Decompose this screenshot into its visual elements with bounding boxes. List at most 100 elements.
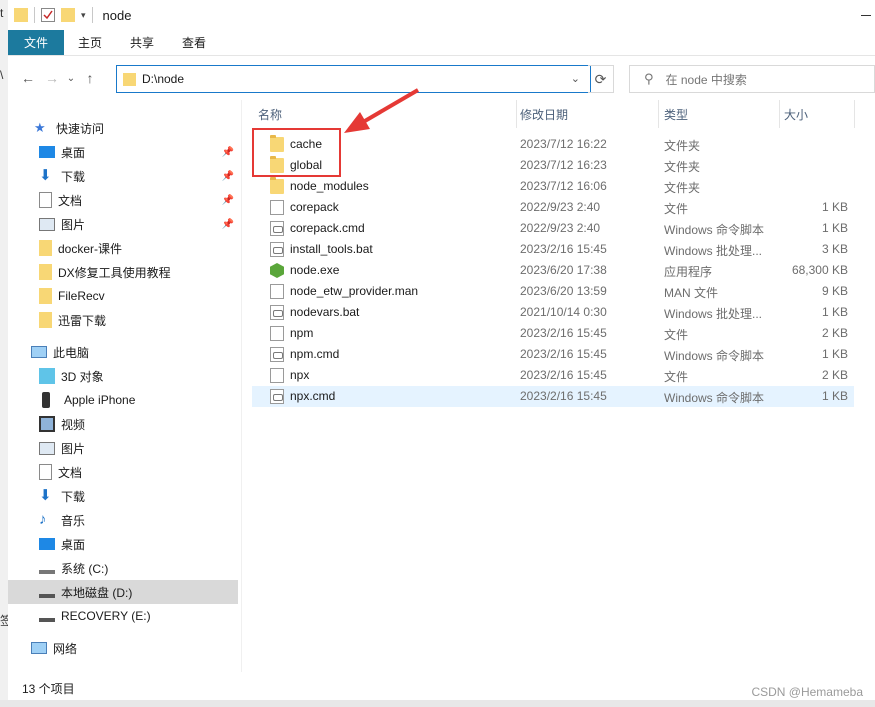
column-divider[interactable] [779, 100, 780, 128]
video-icon [39, 416, 55, 432]
folder-icon [39, 264, 52, 280]
nav-label: 桌面 [61, 145, 86, 160]
file-row[interactable]: corepack 2022/9/23 2:40 文件 1 KB [252, 197, 854, 218]
nav-this-pc[interactable]: 此电脑 [8, 340, 238, 364]
nav-item-thunder[interactable]: 迅雷下载 [8, 308, 238, 332]
file-type: Windows 命令脚本 [664, 223, 765, 237]
phone-icon [42, 392, 50, 408]
folder-icon[interactable] [14, 8, 28, 22]
explorer-window: ▾ node 文件 主页 共享 查看 ← → ⌄ ↑ D:\node ⌄ ⟳ ⚲… [8, 0, 875, 700]
desktop-icon [39, 146, 55, 158]
file-date: 2023/2/16 15:45 [520, 389, 607, 403]
address-dropdown-chevron-icon[interactable]: ⌄ [571, 72, 580, 85]
file-row[interactable]: global 2023/7/12 16:23 文件夹 [252, 155, 854, 176]
nav-item-dx-tool[interactable]: DX修复工具使用教程 [8, 260, 238, 284]
column-header-type[interactable]: 类型 [664, 100, 688, 128]
column-divider[interactable] [658, 100, 659, 128]
nav-label: 网络 [53, 641, 78, 656]
title-bar: ▾ node [8, 0, 875, 30]
nav-label: 文档 [58, 465, 83, 480]
file-row[interactable]: node_etw_provider.man 2023/6/20 13:59 MA… [252, 281, 854, 302]
back-arrow-icon[interactable]: ← [16, 66, 40, 90]
nav-item-pc-downloads[interactable]: ⬇ 下载 [8, 484, 238, 508]
cmd-script-icon [270, 389, 284, 404]
file-type: MAN 文件 [664, 286, 719, 300]
new-folder-icon[interactable] [61, 8, 75, 22]
address-bar[interactable]: D:\node ⌄ [116, 65, 591, 93]
file-row[interactable]: install_tools.bat 2023/2/16 15:45 Window… [252, 239, 854, 260]
nav-item-pc-desktop[interactable]: 桌面 [8, 532, 238, 556]
properties-icon[interactable] [41, 8, 55, 22]
search-box[interactable]: ⚲ 在 node 中搜索 [629, 65, 875, 93]
quick-access-toolbar: ▾ [14, 7, 93, 23]
minimize-button[interactable] [857, 6, 875, 20]
nav-item-videos[interactable]: 视频 [8, 412, 238, 436]
toolbar-divider [91, 7, 93, 23]
file-row[interactable]: npx 2023/2/16 15:45 文件 2 KB [252, 365, 854, 386]
column-header-date[interactable]: 修改日期 [520, 100, 568, 128]
file-row[interactable]: cache 2023/7/12 16:22 文件夹 [252, 134, 854, 155]
document-icon [39, 464, 52, 480]
nav-item-iphone[interactable]: Apple iPhone [8, 388, 238, 412]
folder-icon [270, 177, 284, 194]
file-type: 文件夹 [664, 160, 701, 174]
file-row[interactable]: corepack.cmd 2022/9/23 2:40 Windows 命令脚本… [252, 218, 854, 239]
file-row[interactable]: npx.cmd 2023/2/16 15:45 Windows 命令脚本 1 K… [252, 386, 854, 407]
nav-label: 音乐 [61, 513, 86, 528]
nav-item-documents[interactable]: 文档 📌 [8, 188, 238, 212]
file-row[interactable]: npm.cmd 2023/2/16 15:45 Windows 命令脚本 1 K… [252, 344, 854, 365]
file-date: 2023/2/16 15:45 [520, 368, 607, 382]
nav-item-drive-d[interactable]: 本地磁盘 (D:) [8, 580, 238, 604]
toolbar-divider [34, 7, 35, 23]
up-arrow-icon[interactable]: ↑ [78, 66, 102, 90]
forward-arrow-icon[interactable]: → [40, 66, 64, 90]
nav-label: 下载 [61, 169, 86, 184]
nav-item-desktop[interactable]: 桌面 📌 [8, 140, 238, 164]
recent-locations-chevron-icon[interactable]: ⌄ [64, 66, 78, 90]
tab-home[interactable]: 主页 [64, 30, 116, 55]
customize-toolbar-chevron-icon[interactable]: ▾ [81, 10, 86, 21]
annotation-highlight-box [252, 128, 341, 177]
file-row[interactable]: node_modules 2023/7/12 16:06 文件夹 [252, 176, 854, 197]
nav-item-pc-documents[interactable]: 文档 [8, 460, 238, 484]
file-type: 文件 [664, 328, 689, 342]
file-size: 68,300 KB [791, 263, 848, 277]
refresh-button[interactable]: ⟳ [588, 65, 614, 93]
nav-item-music[interactable]: ♪ 音乐 [8, 508, 238, 532]
nav-item-docker[interactable]: docker-课件 [8, 236, 238, 260]
file-row[interactable]: nodevars.bat 2021/10/14 0:30 Windows 批处理… [252, 302, 854, 323]
nav-label: 快速访问 [56, 121, 105, 136]
column-divider[interactable] [516, 100, 517, 128]
tab-file[interactable]: 文件 [8, 30, 64, 55]
desktop-icon [39, 538, 55, 550]
file-size: 2 KB [821, 368, 848, 382]
nav-label: 迅雷下载 [58, 313, 107, 328]
nav-item-drive-e[interactable]: RECOVERY (E:) [8, 604, 238, 628]
file-row[interactable]: node.exe 2023/6/20 17:38 应用程序 68,300 KB [252, 260, 854, 281]
nav-label: RECOVERY (E:) [61, 609, 151, 623]
drive-icon [39, 610, 55, 622]
nav-item-pc-pictures[interactable]: 图片 [8, 436, 238, 460]
file-type: Windows 命令脚本 [664, 391, 765, 405]
taskbar-edge [0, 700, 875, 707]
pin-icon: 📌 [221, 194, 234, 206]
column-divider[interactable] [854, 100, 855, 128]
column-header-size[interactable]: 大小 [784, 100, 808, 128]
nav-quick-access[interactable]: ★ 快速访问 [34, 116, 238, 140]
file-row[interactable]: npm 2023/2/16 15:45 文件 2 KB [252, 323, 854, 344]
nav-label: 下载 [61, 489, 86, 504]
file-type: 文件夹 [664, 181, 701, 195]
file-name: node_modules [290, 179, 369, 193]
nav-item-pictures[interactable]: 图片 📌 [8, 212, 238, 236]
nav-item-downloads[interactable]: ⬇ 下载 📌 [8, 164, 238, 188]
tab-view[interactable]: 查看 [168, 30, 220, 55]
nav-network[interactable]: 网络 [8, 636, 238, 660]
nav-item-3d-objects[interactable]: 3D 对象 [8, 364, 238, 388]
nav-item-filerecv[interactable]: FileRecv [8, 284, 238, 308]
tab-share[interactable]: 共享 [116, 30, 168, 55]
column-header-name[interactable]: 名称 [258, 100, 282, 128]
folder-icon [39, 240, 52, 256]
background-fragment-2: \ [0, 68, 4, 82]
search-icon: ⚲ [644, 71, 654, 86]
nav-item-drive-c[interactable]: 系统 (C:) [8, 556, 238, 580]
